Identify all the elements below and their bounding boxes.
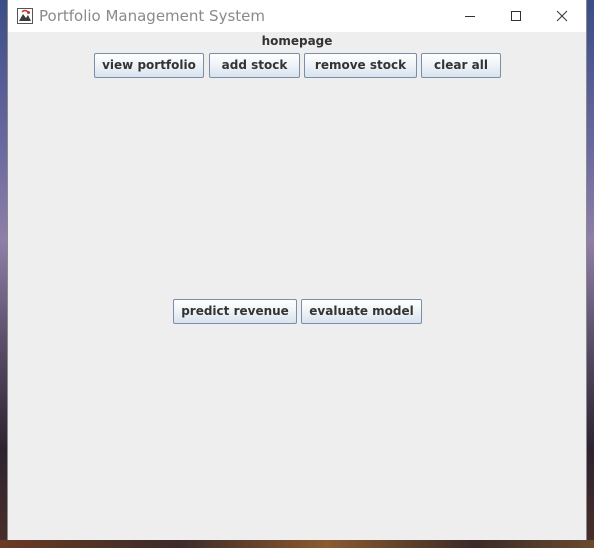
maximize-button[interactable]: [493, 0, 539, 32]
predict-revenue-button[interactable]: predict revenue: [173, 299, 297, 324]
window-title: Portfolio Management System: [39, 7, 265, 25]
content-panel: homepage view portfolio add stock remove…: [8, 32, 586, 540]
java-app-icon[interactable]: [17, 8, 33, 24]
page-heading: homepage: [261, 34, 333, 48]
maximize-icon: [511, 11, 521, 21]
minimize-button[interactable]: [447, 0, 493, 32]
desktop-background-bottom: [0, 540, 594, 548]
minimize-icon: [465, 16, 475, 17]
close-button[interactable]: [539, 0, 585, 32]
view-portfolio-button[interactable]: view portfolio: [94, 53, 204, 78]
close-icon: [556, 10, 568, 22]
evaluate-model-button[interactable]: evaluate model: [301, 299, 422, 324]
title-bar[interactable]: Portfolio Management System: [8, 0, 586, 32]
app-window: Portfolio Management System homepage vie…: [7, 0, 587, 540]
remove-stock-button[interactable]: remove stock: [304, 53, 417, 78]
desktop-background-left: [0, 0, 7, 548]
desktop-background-right: [587, 0, 594, 548]
add-stock-button[interactable]: add stock: [209, 53, 300, 78]
clear-all-button[interactable]: clear all: [421, 53, 501, 78]
